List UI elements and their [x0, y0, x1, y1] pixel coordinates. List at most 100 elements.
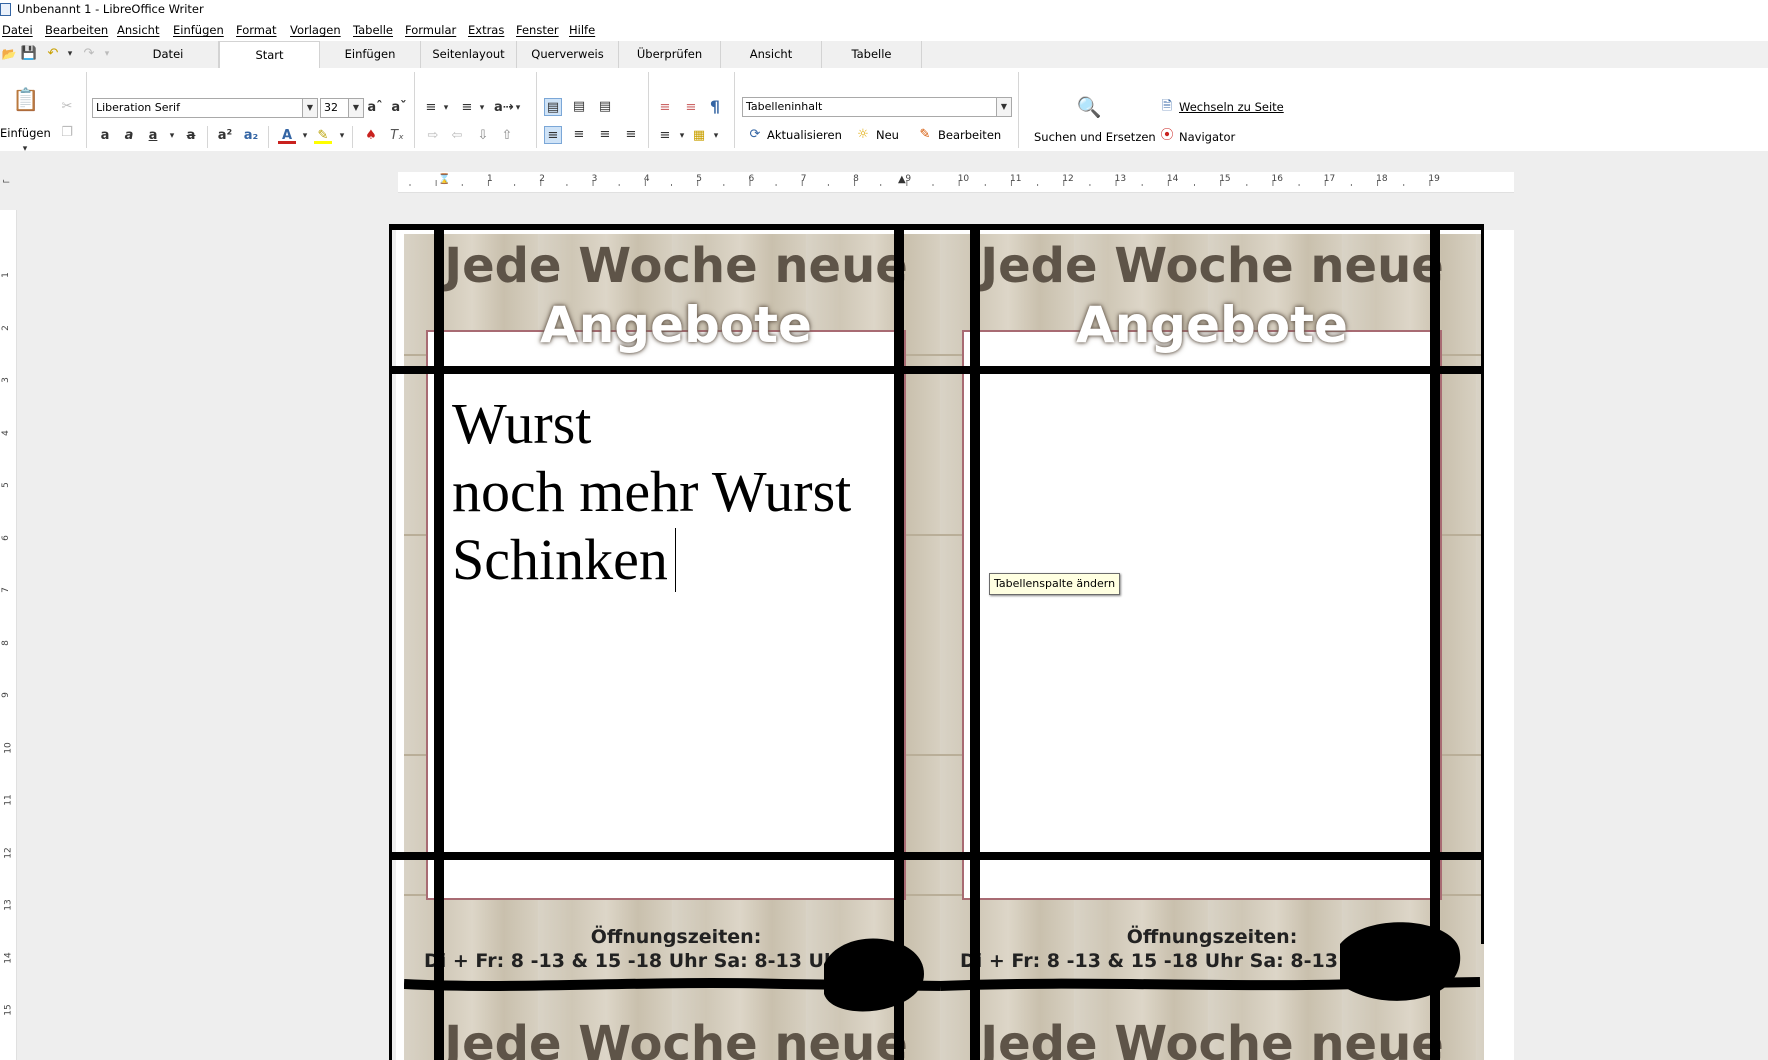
save-icon[interactable]: 💾 [20, 45, 38, 63]
underline-dropdown-icon[interactable]: ▾ [168, 127, 176, 145]
bullet-list-dropdown-icon[interactable]: ▾ [442, 99, 450, 117]
align-right-icon[interactable]: ≡ [596, 126, 614, 144]
chevron-down-icon[interactable]: ▼ [996, 98, 1011, 116]
new-style-icon[interactable]: ☼ [854, 126, 872, 144]
highlight-dropdown-icon[interactable]: ▾ [338, 127, 346, 145]
table-border-right[interactable] [1481, 224, 1484, 944]
shrink-font-icon[interactable]: aˇ [390, 99, 408, 117]
underline-icon[interactable]: a [144, 127, 162, 145]
edit-style-label[interactable]: Bearbeiten [938, 128, 1001, 142]
highlight-icon[interactable]: ✎ [314, 127, 332, 144]
formatting-marks-icon[interactable]: ¶ [706, 98, 724, 116]
paste-icon[interactable]: 📋 [12, 90, 39, 118]
justify-icon[interactable]: ≡ [622, 126, 640, 144]
clear-formatting-icon[interactable]: Tₓ [388, 127, 406, 145]
table-column-line[interactable] [1430, 224, 1440, 1060]
strikethrough-icon[interactable]: a [182, 127, 200, 145]
table-cell-right[interactable] [980, 378, 1430, 854]
menu-formular[interactable]: Formular [405, 23, 456, 37]
text-line[interactable]: Schinken [452, 526, 892, 594]
tab-tabelle[interactable]: Tabelle [822, 41, 922, 68]
goto-page-label[interactable]: Wechseln zu Seite [1179, 100, 1284, 114]
undo-icon[interactable]: ↶ [44, 45, 62, 63]
text-line[interactable]: noch mehr Wurst [452, 458, 892, 526]
edit-style-icon[interactable]: ✎ [916, 126, 934, 144]
table-border-row2[interactable] [390, 852, 1484, 860]
font-name-combo[interactable]: Liberation Serif ▼ [92, 98, 318, 118]
menu-bearbeiten[interactable]: Bearbeiten [45, 23, 108, 37]
paragraph-list-icon[interactable]: ≡ [656, 127, 674, 145]
line-spacing-icon[interactable]: ≡ [682, 99, 700, 117]
table-column-line[interactable] [894, 224, 904, 1060]
ruler-label: 2 [0, 324, 11, 331]
table-column-line[interactable] [434, 224, 444, 1060]
table-border-top[interactable] [390, 224, 1484, 230]
menu-extras[interactable]: Extras [468, 23, 504, 37]
background-color-dropdown-icon[interactable]: ▾ [712, 127, 720, 145]
superscript-icon[interactable]: a² [216, 127, 234, 145]
update-style-icon[interactable]: ⟳ [746, 126, 764, 144]
paste-label[interactable]: Einfügen [0, 126, 51, 140]
align-center-icon[interactable]: ≡ [570, 126, 588, 144]
text-line[interactable]: Wurst [452, 390, 892, 458]
paragraph-style-combo[interactable]: Tabelleninhalt ▼ [742, 97, 1012, 117]
tab-stop-selector[interactable]: ⌙ [2, 176, 10, 187]
grow-font-icon[interactable]: aˆ [366, 99, 384, 117]
tab-seitenlayout[interactable]: Seitenlayout [421, 41, 517, 68]
align-bottom-icon[interactable]: ▤ [596, 98, 614, 116]
tab-einfuegen[interactable]: Einfügen [320, 41, 421, 68]
tab-start[interactable]: Start [219, 41, 320, 69]
chevron-down-icon[interactable]: ▼ [302, 99, 317, 117]
align-left-icon[interactable]: ≡ [544, 126, 562, 144]
ruler-label: 4 [643, 174, 650, 184]
paragraph-spacing-icon[interactable]: ≡ [656, 99, 674, 117]
poster-headline-top: Jede Woche neue [980, 238, 1444, 294]
clone-formatting-icon[interactable]: ♠ [362, 127, 380, 145]
update-style-label[interactable]: Aktualisieren [767, 128, 842, 142]
find-replace-icon[interactable]: 🔍 [1076, 97, 1102, 122]
tab-datei[interactable]: Datei [118, 41, 219, 68]
move-up-icon[interactable]: ⇧ [498, 127, 516, 145]
italic-icon[interactable]: a [120, 127, 138, 145]
table-border-row1[interactable] [390, 366, 1484, 374]
menu-format[interactable]: Format [236, 23, 277, 37]
move-down-icon[interactable]: ⇩ [474, 127, 492, 145]
menu-tabelle[interactable]: Tabelle [353, 23, 393, 37]
find-replace-label[interactable]: Suchen und Ersetzen [1034, 130, 1156, 144]
menu-einfuegen[interactable]: Einfügen [173, 23, 224, 37]
align-center-vertical-icon[interactable]: ▤ [570, 98, 588, 116]
subscript-icon[interactable]: a₂ [242, 127, 260, 145]
numbered-list-icon[interactable]: ≡ [458, 99, 476, 117]
table-column-line[interactable] [970, 224, 980, 1060]
paragraph-list-dropdown-icon[interactable]: ▾ [678, 127, 686, 145]
undo-dropdown-icon[interactable]: ▾ [66, 45, 74, 63]
table-cell-text[interactable]: Wurst noch mehr Wurst Schinken [452, 390, 892, 594]
ruler-label: 7 [0, 587, 11, 593]
menu-ansicht[interactable]: Ansicht [117, 23, 159, 37]
menu-vorlagen[interactable]: Vorlagen [290, 23, 341, 37]
menu-datei[interactable]: Datei [2, 23, 33, 37]
font-color-dropdown-icon[interactable]: ▾ [301, 127, 309, 145]
open-icon[interactable]: 📂 [0, 45, 18, 63]
bullet-list-icon[interactable]: ≡ [422, 99, 440, 117]
new-style-label[interactable]: Neu [876, 128, 899, 142]
chevron-down-icon[interactable]: ▼ [348, 99, 363, 117]
navigator-label[interactable]: Navigator [1179, 130, 1235, 144]
goto-page-icon[interactable]: 🗎 [1158, 98, 1176, 116]
outline-icon[interactable]: a⇢ [494, 99, 514, 117]
tab-ansicht[interactable]: Ansicht [721, 41, 822, 68]
bold-icon[interactable]: a [96, 127, 114, 145]
tab-querverweis[interactable]: Querverweis [517, 41, 619, 68]
menu-fenster[interactable]: Fenster [516, 23, 559, 37]
outline-dropdown-icon[interactable]: ▾ [514, 99, 522, 117]
font-color-icon[interactable]: A [278, 127, 296, 144]
align-top-icon[interactable]: ▤ [544, 98, 562, 116]
menu-hilfe[interactable]: Hilfe [569, 23, 595, 37]
font-size-combo[interactable]: 32 ▼ [320, 98, 364, 118]
background-color-icon[interactable]: ▦ [690, 127, 708, 145]
redo-icon: ↷ [83, 46, 95, 61]
tab-ueberpruefen[interactable]: Überprüfen [619, 41, 721, 68]
navigator-icon[interactable]: ⦿ [1158, 127, 1176, 145]
numbered-list-dropdown-icon[interactable]: ▾ [478, 99, 486, 117]
table-border-left[interactable] [389, 224, 392, 1060]
